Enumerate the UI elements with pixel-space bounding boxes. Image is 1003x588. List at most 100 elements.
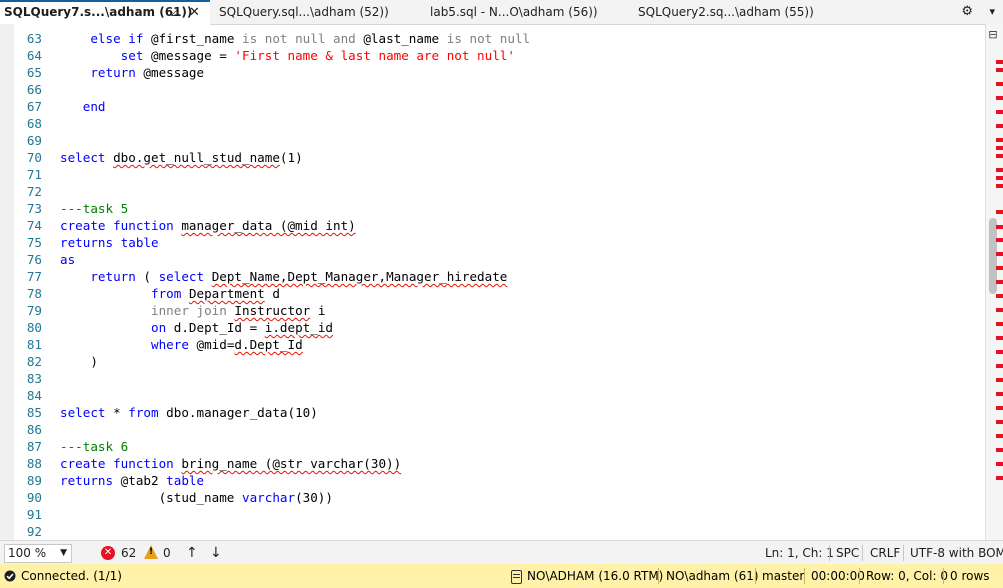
code-text[interactable]: returns table — [60, 234, 159, 251]
error-marker — [996, 154, 1003, 158]
code-token: bring_name (@str varchar(30)) — [181, 456, 402, 471]
code-token: i — [310, 303, 326, 318]
code-text[interactable]: from Department d — [60, 285, 280, 302]
code-text[interactable]: return @message — [60, 64, 204, 81]
error-marker — [996, 60, 1003, 64]
code-text[interactable]: end — [60, 98, 106, 115]
server-name: NO\ADHAM (16.0 RTM) — [527, 569, 664, 583]
line-number: 75 — [26, 235, 42, 250]
code-token: create function — [60, 218, 174, 233]
line-number: 67 — [26, 99, 42, 114]
error-marker — [996, 184, 1003, 188]
error-count[interactable]: 62 — [121, 541, 136, 565]
code-text[interactable]: as — [60, 251, 75, 268]
arrow-up-icon[interactable]: ↑ — [186, 541, 198, 565]
code-token: d.Dept_Id — [234, 337, 303, 352]
code-text[interactable]: on d.Dept_Id = i.dept_id — [60, 319, 333, 336]
code-text[interactable]: where @mid=d.Dept_Id — [60, 336, 303, 353]
line-number: 69 — [26, 133, 42, 148]
tab-sqlquery7[interactable]: SQLQuery7.s...\adham (61)) ⊿ ✕ — [0, 0, 210, 25]
code-token: ( — [135, 269, 159, 284]
line-number: 74 — [26, 218, 42, 233]
tab-sqlquery2[interactable]: SQLQuery2.sq...\adham (55)) — [638, 0, 814, 24]
error-marker — [996, 280, 1003, 284]
breakpoint-gutter[interactable] — [0, 24, 14, 540]
line-number: 79 — [26, 303, 42, 318]
code-token: from — [151, 286, 182, 301]
tab-label: lab5.sql - N...O\adham (56)) — [430, 5, 598, 19]
warning-count[interactable]: 0 — [163, 541, 171, 565]
code-text[interactable]: ---task 6 — [60, 438, 128, 455]
error-marker — [996, 462, 1003, 466]
code-token: returns table — [60, 235, 159, 250]
line-number: 68 — [26, 116, 42, 131]
warning-icon[interactable]: ! — [144, 545, 158, 559]
code-text[interactable]: create function bring_name (@str varchar… — [60, 455, 401, 472]
database-name: master — [762, 569, 805, 583]
code-token: returns — [60, 473, 114, 488]
error-marker — [996, 350, 1003, 354]
close-icon[interactable]: ✕ — [189, 2, 200, 23]
code-token: select — [60, 150, 106, 165]
split-editor-icon[interactable]: ⊟ — [987, 28, 999, 42]
code-text[interactable]: select * from dbo.manager_data(10) — [60, 404, 318, 421]
connection-status: Connected. (1/1) — [21, 569, 122, 583]
code-editor[interactable]: 63 else if @first_name is not null and @… — [0, 24, 985, 540]
error-marker — [996, 448, 1003, 452]
code-token: * — [105, 405, 129, 420]
zoom-value: 100 % — [8, 546, 47, 560]
pin-icon[interactable]: ⊿ — [170, 2, 179, 23]
code-token: @first_name — [143, 31, 242, 46]
arrow-down-icon[interactable]: ↓ — [210, 541, 222, 565]
code-text[interactable]: set @message = 'First name & last name a… — [60, 47, 515, 64]
line-ending[interactable]: CRLF — [870, 541, 900, 565]
gear-icon[interactable]: ⚙ — [961, 0, 973, 24]
code-text[interactable]: inner join Instructor i — [60, 302, 325, 319]
error-marker — [996, 225, 1003, 229]
line-number: 66 — [26, 82, 42, 97]
code-token: @mid= — [188, 337, 235, 352]
whitespace-mode[interactable]: SPC — [836, 541, 859, 565]
code-text[interactable]: ) — [60, 353, 98, 370]
connected-icon — [4, 570, 16, 582]
error-icon[interactable]: ✕ — [101, 546, 115, 560]
file-encoding[interactable]: UTF-8 with BOM — [910, 541, 1003, 565]
tab-lab5[interactable]: lab5.sql - N...O\adham (56)) — [430, 0, 598, 24]
chevron-down-icon[interactable]: ▾ — [989, 0, 995, 24]
code-token: as — [60, 252, 76, 267]
code-text[interactable]: create function manager_data (@mid int) — [60, 217, 356, 234]
code-text[interactable]: returns @tab2 table — [60, 472, 204, 489]
line-number: 77 — [26, 269, 42, 284]
line-number: 64 — [26, 48, 42, 63]
error-marker — [996, 336, 1003, 340]
error-marker — [996, 406, 1003, 410]
code-token: create function — [60, 456, 174, 471]
error-marker — [996, 146, 1003, 150]
code-token: else if — [90, 31, 144, 46]
error-marker — [996, 420, 1003, 424]
code-token: manager_data (@mid int) — [181, 218, 356, 233]
code-token: select — [158, 269, 205, 284]
code-text[interactable]: select dbo.get_null_stud_name(1) — [60, 149, 303, 166]
line-number: 63 — [26, 31, 42, 46]
code-text[interactable]: return ( select Dept_Name,Dept_Manager,M… — [60, 268, 507, 285]
code-text[interactable]: else if @first_name is not null and @las… — [60, 30, 530, 47]
code-text[interactable]: ---task 5 — [60, 200, 128, 217]
tab-label: SQLQuery7.s...\adham (61)) — [4, 5, 193, 19]
error-marker — [996, 308, 1003, 312]
line-number: 83 — [26, 371, 42, 386]
tab-sqlquery[interactable]: SQLQuery.sql...\adham (52)) — [219, 0, 389, 24]
zoom-select[interactable]: 100 % ▼ — [4, 544, 72, 563]
code-token: @message = — [143, 48, 235, 63]
error-overview-marks — [996, 60, 1003, 500]
code-text[interactable]: (stud_name varchar(30)) — [60, 489, 333, 506]
line-number: 78 — [26, 286, 42, 301]
line-number: 84 — [26, 388, 42, 403]
cursor-position[interactable]: Ln: 1, Ch: 1 — [765, 541, 834, 565]
